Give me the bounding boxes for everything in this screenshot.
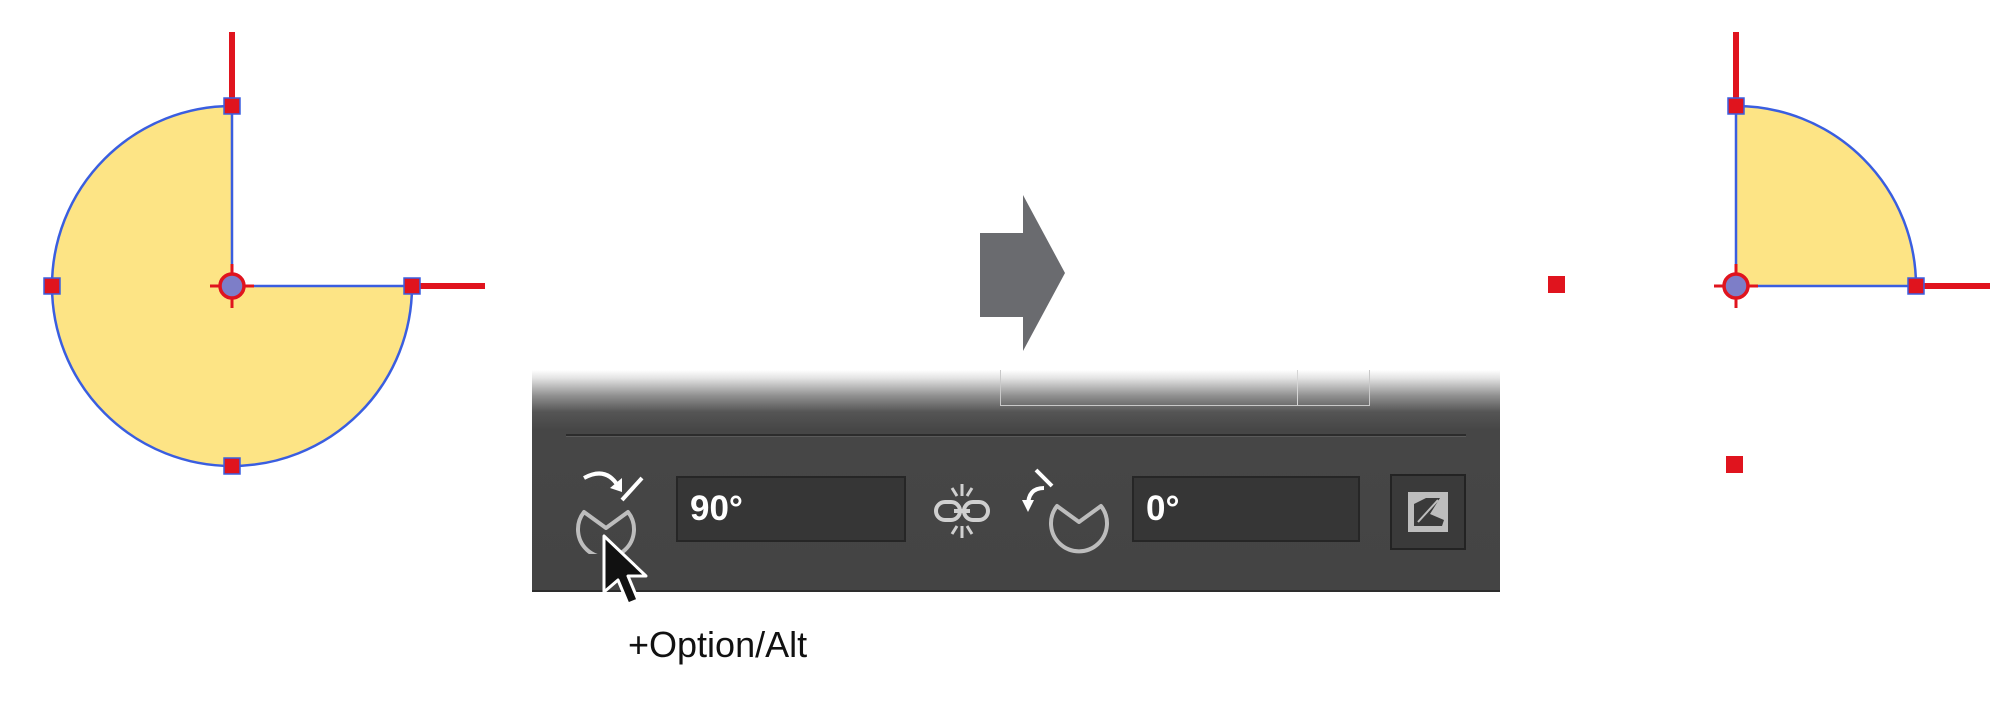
start-angle-input[interactable]: 90° bbox=[676, 476, 906, 542]
anchor-point-top[interactable] bbox=[1727, 97, 1745, 115]
pointer-marker bbox=[1726, 456, 1743, 473]
link-angles-icon[interactable] bbox=[932, 482, 992, 542]
end-angle-input[interactable]: 0° bbox=[1132, 476, 1360, 542]
anchor-point-left[interactable] bbox=[43, 277, 61, 295]
panel-tab-edge bbox=[1000, 370, 1370, 406]
right-arrow-icon bbox=[980, 195, 1065, 351]
anchor-point-right[interactable] bbox=[1907, 277, 1925, 295]
pie-shape-before bbox=[43, 32, 485, 475]
anchor-point-top[interactable] bbox=[223, 97, 241, 115]
pie-end-angle-icon[interactable] bbox=[1022, 466, 1112, 556]
panel-divider bbox=[566, 434, 1466, 437]
mouse-pointer-icon bbox=[602, 534, 648, 606]
anchor-point-right[interactable] bbox=[403, 277, 421, 295]
panel-tab-divider bbox=[1297, 370, 1298, 405]
invert-pie-button[interactable] bbox=[1390, 474, 1466, 550]
anchor-point-bottom[interactable] bbox=[223, 457, 241, 475]
invert-pie-icon bbox=[1408, 492, 1448, 532]
pie-properties-panel: 90° 0° bbox=[532, 370, 1500, 592]
modifier-key-label: +Option/Alt bbox=[628, 624, 808, 665]
pie-shape-after bbox=[1714, 32, 1990, 308]
